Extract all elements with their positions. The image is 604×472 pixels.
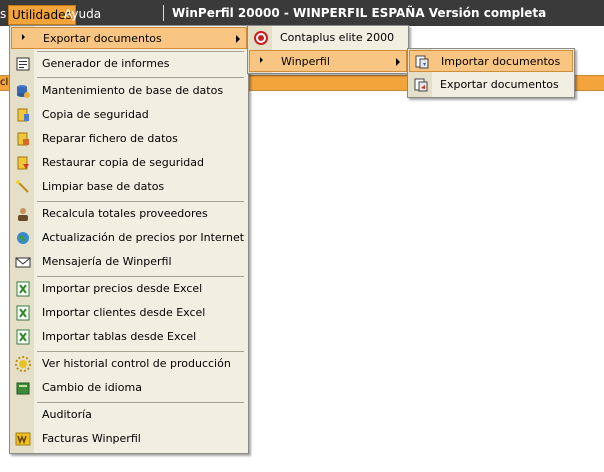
excel-icon (16, 281, 30, 297)
sun-gear-icon (15, 356, 31, 372)
bullet-arrow-icon (22, 34, 25, 40)
menu-item-label: Recalcula totales proveedores (42, 207, 208, 220)
title-separator (163, 5, 164, 21)
menubar-item-ayuda[interactable]: Ayuda (64, 6, 101, 22)
menu-separator (37, 351, 244, 352)
menu-separator (37, 77, 244, 78)
menubar-item-previous[interactable]: s (0, 6, 6, 22)
backup-icon (17, 108, 29, 122)
menu-item-label: Reparar fichero de datos (42, 132, 178, 145)
menu-item-label: Importar tablas desde Excel (42, 330, 197, 343)
menu-item-label: Importar precios desde Excel (42, 282, 203, 295)
menu-item-label: Mensajería de Winperfil (42, 255, 172, 268)
menu-item-mantenimiento-bd[interactable]: Mantenimiento de base de datos (11, 80, 247, 102)
submenu-arrow-icon (236, 35, 240, 43)
menu-item-recalcula-totales[interactable]: Recalcula totales proveedores (11, 203, 247, 225)
supplier-user-icon (18, 208, 28, 221)
report-icon (16, 57, 30, 71)
menu-item-auditoria[interactable]: Auditoría (11, 404, 247, 426)
winperfil-logo-icon (15, 432, 31, 446)
menu-item-restaurar-copia[interactable]: Restaurar copia de seguridad (11, 152, 247, 174)
menu-item-label: Importar documentos (441, 55, 561, 68)
excel-icon (16, 305, 30, 321)
menu-item-importar-tablas-excel[interactable]: Importar tablas desde Excel (11, 326, 247, 348)
window-title: WinPerfil 20000 - WINPERFIL ESPAÑA Versi… (172, 6, 547, 20)
background-strip-text: cl (0, 77, 9, 88)
menu-item-label: Cambio de idioma (42, 381, 142, 394)
winperfil-submenu: Importar documentos Exportar documentos (407, 48, 575, 98)
menu-item-label: Mantenimiento de base de datos (42, 84, 224, 97)
menu-item-label: Contaplus elite 2000 (280, 31, 395, 44)
menu-item-importar-documentos[interactable]: Importar documentos (409, 50, 573, 72)
export-docs-icon (414, 78, 428, 92)
excel-icon (16, 329, 30, 345)
menu-item-importar-precios-excel[interactable]: Importar precios desde Excel (11, 278, 247, 300)
menu-item-label: Actualización de precios por Internet (42, 231, 245, 244)
menu-item-label: Limpiar base de datos (42, 180, 165, 193)
menu-item-generador-informes[interactable]: Generador de informes (11, 53, 247, 75)
menu-separator (37, 402, 244, 403)
submenu-arrow-icon (396, 58, 400, 66)
menu-item-label: Copia de seguridad (42, 108, 149, 121)
menu-item-exportar-documentos[interactable]: Exportar documentos (11, 27, 247, 49)
menu-item-label: Ver historial control de producción (42, 357, 231, 370)
database-maintenance-icon (17, 85, 30, 98)
menu-item-reparar-fichero[interactable]: Reparar fichero de datos (11, 128, 247, 150)
menu-item-winperfil[interactable]: Winperfil (249, 50, 407, 72)
menu-item-limpiar-bd[interactable]: Limpiar base de datos (11, 176, 247, 198)
menu-item-label: Importar clientes desde Excel (42, 306, 206, 319)
restore-icon (17, 156, 29, 170)
exportar-documentos-submenu: Contaplus elite 2000 Winperfil (247, 25, 409, 74)
menu-item-exportar-documentos-winperfil[interactable]: Exportar documentos (409, 74, 573, 96)
menu-item-cambio-idioma[interactable]: Cambio de idioma (11, 377, 247, 399)
menu-item-copia-seguridad[interactable]: Copia de seguridad (11, 104, 247, 126)
menu-item-label: Auditoría (42, 408, 92, 421)
menu-separator (37, 201, 244, 202)
menu-item-contaplus[interactable]: Contaplus elite 2000 (249, 27, 407, 49)
menu-item-importar-clientes-excel[interactable]: Importar clientes desde Excel (11, 302, 247, 324)
menu-separator (37, 51, 244, 52)
envelope-icon (15, 257, 31, 268)
repair-icon (17, 132, 29, 146)
menu-item-mensajeria[interactable]: Mensajería de Winperfil (11, 251, 247, 273)
menu-item-actualizacion-precios[interactable]: Actualización de precios por Internet (11, 227, 247, 249)
book-icon (16, 382, 30, 395)
clean-wand-icon (16, 180, 29, 193)
menu-item-facturas-winperfil[interactable]: Facturas Winperfil (11, 428, 247, 450)
menu-item-label: Facturas Winperfil (42, 432, 141, 445)
bullet-arrow-icon (260, 57, 263, 63)
menubar: s Utilidades Ayuda WinPerfil 20000 - WIN… (0, 0, 604, 26)
globe-icon (17, 232, 29, 244)
utilidades-menu: Exportar documentos Generador de informe… (9, 25, 249, 454)
contaplus-icon (254, 31, 268, 45)
menu-item-label: Winperfil (281, 55, 330, 68)
menu-item-label: Exportar documentos (43, 32, 162, 45)
menu-separator (37, 276, 244, 277)
menu-item-label: Restaurar copia de seguridad (42, 156, 204, 169)
import-docs-icon (415, 55, 429, 69)
menu-item-label: Generador de informes (42, 57, 170, 70)
menu-item-label: Exportar documentos (440, 78, 559, 91)
menu-item-historial-produccion[interactable]: Ver historial control de producción (11, 353, 247, 375)
